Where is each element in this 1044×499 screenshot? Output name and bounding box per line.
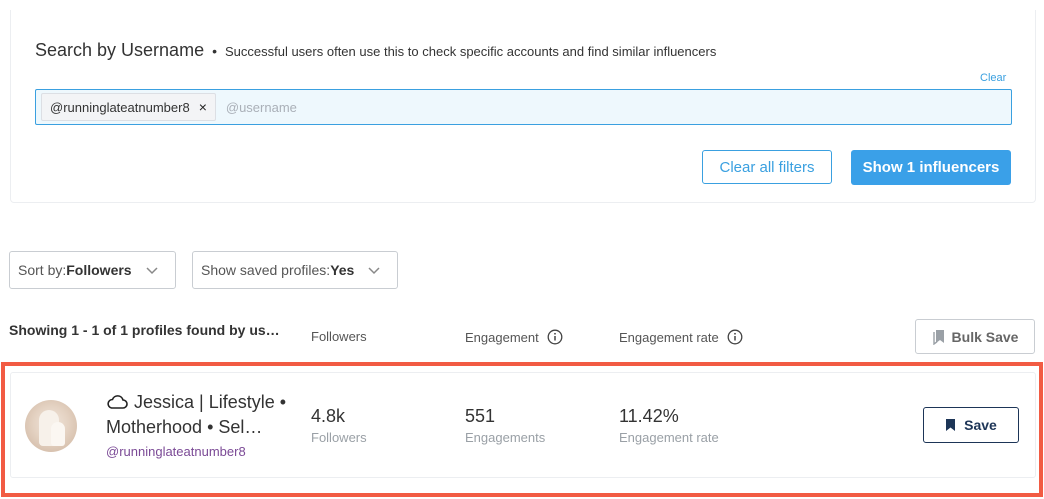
sort-prefix: Sort by: [18,262,67,278]
username-search-box[interactable]: @runninglateatnumber8 × [35,89,1012,125]
column-header-engagement[interactable]: Engagement [465,329,563,345]
info-icon[interactable] [727,329,743,345]
show-influencers-button[interactable]: Show 1 influencers [851,150,1011,185]
column-header-engagement-rate[interactable]: Engagement rate [619,329,743,345]
chip-remove-icon[interactable]: × [199,99,207,115]
column-engagement-label: Engagement [465,329,539,345]
info-icon[interactable] [547,329,563,345]
separator-dot: • [212,43,217,59]
bulk-save-label: Bulk Save [951,328,1019,345]
results-summary: Showing 1 - 1 of 1 profiles found by us… [9,322,280,338]
search-heading: Search by Username • Successful users of… [35,40,716,61]
clear-all-filters-button[interactable]: Clear all filters [702,150,832,184]
bookmarks-icon [932,329,944,345]
column-engagement-rate-label: Engagement rate [619,329,719,345]
search-title: Search by Username [35,40,205,60]
saved-prefix: Show saved profiles: [201,262,331,278]
saved-profiles-dropdown[interactable]: Show saved profiles: Yes [192,251,398,289]
clear-link[interactable]: Clear [980,72,1006,84]
chevron-down-icon [146,267,158,275]
bulk-save-button[interactable]: Bulk Save [915,319,1035,354]
sort-dropdown[interactable]: Sort by: Followers [9,251,176,289]
search-description: Successful users often use this to check… [224,44,717,59]
username-chip: @runninglateatnumber8 × [41,93,216,121]
column-followers-label: Followers [311,329,367,344]
column-header-followers[interactable]: Followers [311,329,367,344]
username-input[interactable] [223,98,928,116]
chevron-down-icon [368,267,380,275]
sort-value: Followers [66,262,132,278]
search-card: Search by Username • Successful users of… [10,10,1036,203]
highlight-box [1,362,1043,497]
chip-label: @runninglateatnumber8 [50,99,190,115]
saved-value: Yes [330,262,355,278]
